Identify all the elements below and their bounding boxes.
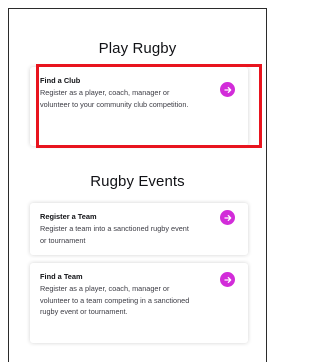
card-title: Find a Team — [40, 272, 83, 281]
arrow-right-icon[interactable] — [220, 272, 235, 287]
card-description: Register as a player, coach, manager or … — [40, 88, 189, 109]
card-register-a-team[interactable]: Register a Team Register a team into a s… — [30, 203, 248, 255]
section-title-rugby-events: Rugby Events — [90, 173, 185, 190]
arrow-right-icon[interactable] — [220, 210, 235, 225]
card-title: Register a Team — [40, 212, 97, 221]
card-find-a-club[interactable]: Find a Club Register as a player, coach,… — [30, 67, 248, 146]
card-title: Find a Club — [40, 76, 81, 85]
card-description: Register as a player, coach, manager or … — [40, 284, 190, 316]
card-find-a-team[interactable]: Find a Team Register as a player, coach,… — [30, 263, 248, 343]
arrow-right-icon[interactable] — [220, 82, 235, 97]
section-title-play-rugby: Play Rugby — [98, 40, 177, 57]
card-description: Register a team into a sanctioned rugby … — [40, 224, 189, 245]
